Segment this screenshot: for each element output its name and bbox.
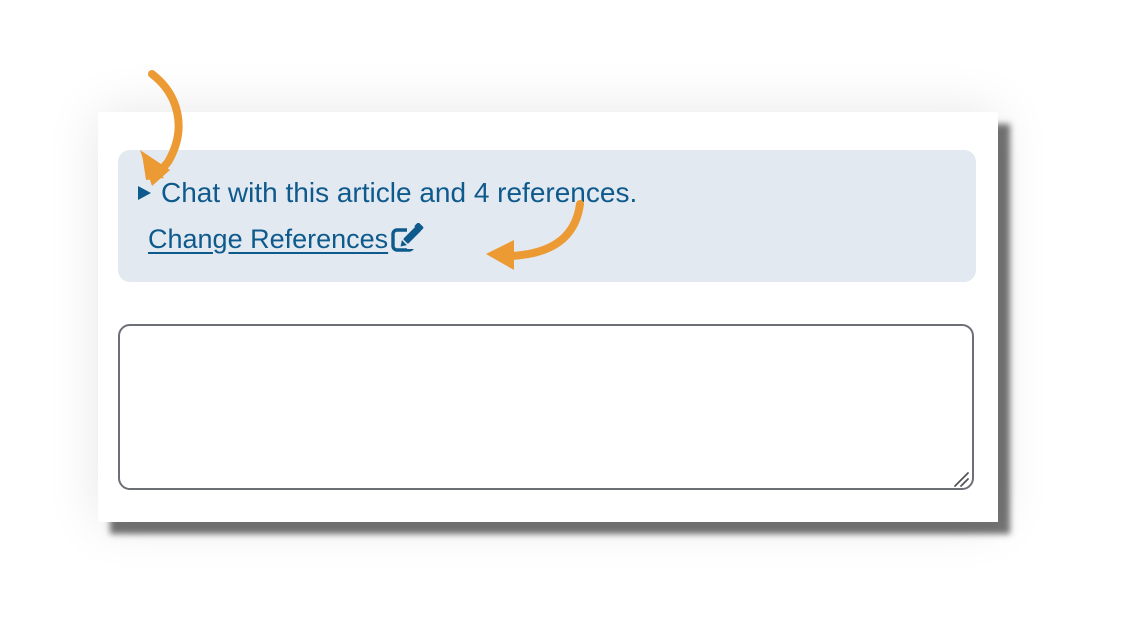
change-references-row: Change References	[148, 222, 426, 256]
screenshot-stage: Chat with this article and 4 references.…	[0, 0, 1128, 633]
pen-to-square-icon[interactable]	[390, 222, 426, 255]
chat-card: Chat with this article and 4 references.…	[98, 112, 998, 522]
textarea-resize-grip[interactable]	[950, 468, 970, 488]
change-references-link[interactable]: Change References	[148, 222, 388, 256]
triangle-right-icon[interactable]	[138, 186, 151, 200]
chat-summary-text[interactable]: Chat with this article and 4 references.	[161, 176, 637, 210]
chat-message-input[interactable]	[118, 324, 974, 490]
chat-summary[interactable]: Chat with this article and 4 references.	[138, 176, 637, 210]
chat-details-panel: Chat with this article and 4 references.…	[118, 150, 976, 282]
